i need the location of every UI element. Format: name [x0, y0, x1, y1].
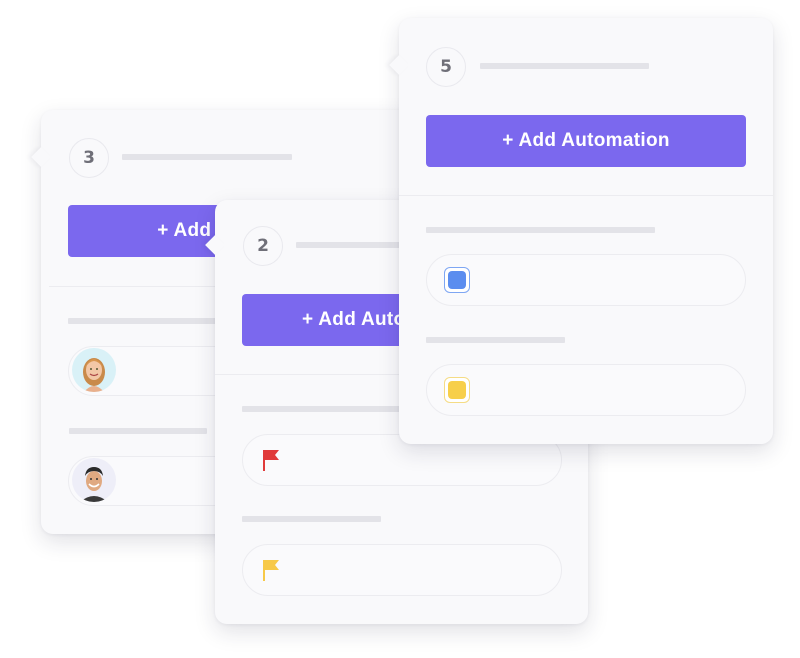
label-placeholder-bar	[426, 227, 655, 233]
step-number-badge: 2	[243, 226, 283, 266]
priority-field[interactable]	[242, 544, 562, 596]
man-avatar	[72, 458, 116, 502]
card-pointer	[31, 147, 51, 167]
label-placeholder-bar	[69, 428, 207, 434]
flag-icon	[263, 560, 279, 581]
add-automation-button[interactable]: + Add Automation	[426, 115, 746, 167]
woman-avatar	[72, 348, 116, 392]
step-number-badge: 3	[69, 138, 109, 178]
label-placeholder-bar	[242, 406, 402, 412]
label-placeholder-bar	[242, 516, 381, 522]
flag-icon	[263, 450, 279, 471]
step-number-badge: 5	[426, 47, 466, 87]
status-field[interactable]	[426, 364, 746, 416]
status-color-yellow	[448, 381, 466, 399]
status-field[interactable]	[426, 254, 746, 306]
label-placeholder-bar	[426, 337, 565, 343]
status-square-icon	[444, 377, 470, 403]
title-placeholder-bar	[122, 154, 292, 160]
title-placeholder-bar	[480, 63, 649, 69]
status-square-icon	[444, 267, 470, 293]
automation-card-step-5: 5 + Add Automation	[389, 18, 773, 444]
card-pointer	[389, 55, 409, 75]
status-color-blue	[448, 271, 466, 289]
divider	[399, 195, 773, 196]
label-placeholder-bar	[68, 318, 218, 324]
